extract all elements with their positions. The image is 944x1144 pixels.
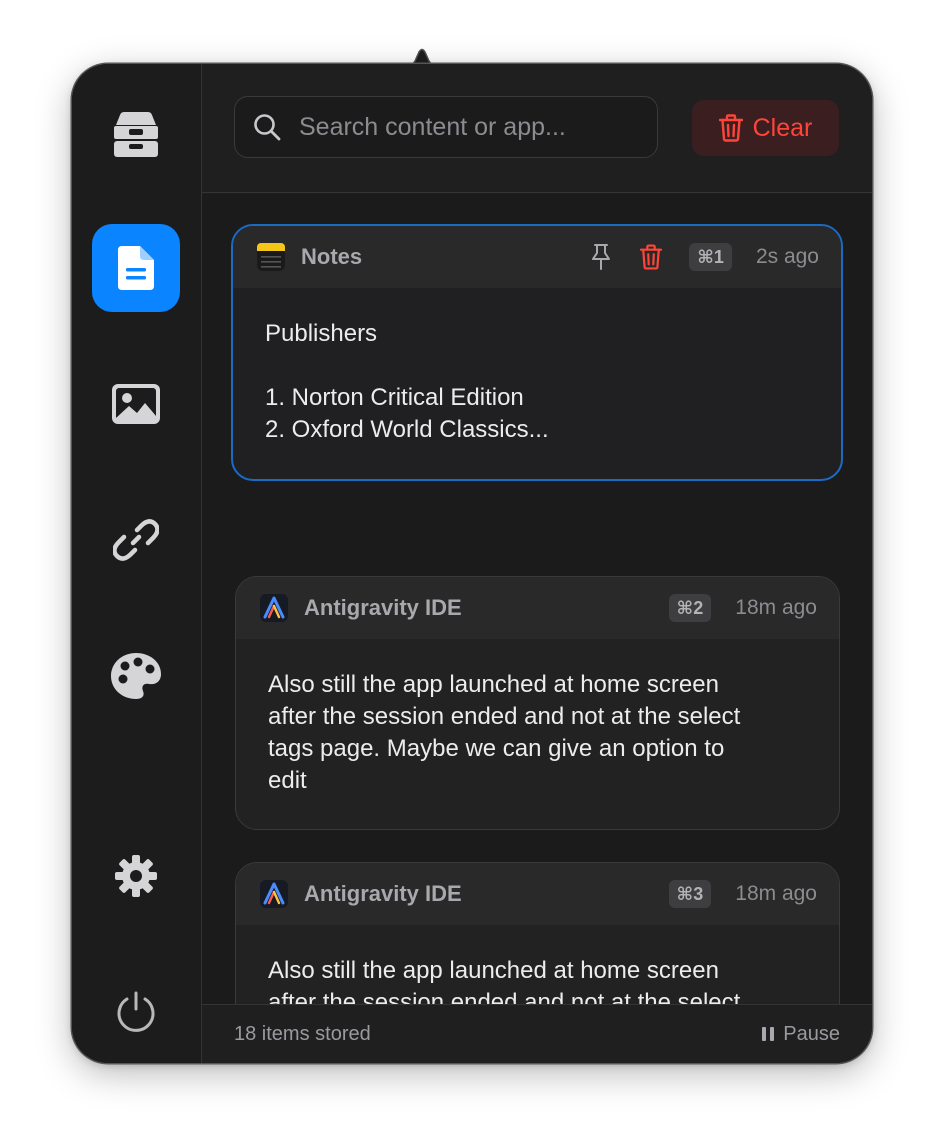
clip-item-actions: ⌘3 18m ago [663,863,817,925]
toolbar: Clear [202,64,872,193]
clip-content: Publishers 1. Norton Critical Edition 2.… [265,320,549,443]
clip-item-3[interactable]: Antigravity IDE ⌘3 18m ago Also still th… [235,862,840,1004]
sidebar-item-images[interactable] [92,360,180,448]
delete-item-button[interactable] [633,239,669,275]
search-input[interactable] [297,111,643,143]
power-icon [117,991,155,1032]
clip-app-name: Antigravity IDE [304,595,462,620]
link-icon [113,519,159,561]
pin-icon [592,244,611,270]
clip-timestamp: 2s ago [755,245,819,268]
shortcut-badge: ⌘2 [668,594,712,622]
pause-button-label: Pause [783,1022,840,1045]
trash-icon [718,114,743,142]
sidebar-item-colors[interactable] [92,632,180,720]
pause-icon [762,1027,775,1041]
document-icon [118,246,154,290]
clip-item-header: Antigravity IDE ⌘3 18m ago [236,863,839,925]
clear-button-label: Clear [752,113,813,142]
clip-app-name: Antigravity IDE [304,881,462,906]
sidebar [72,64,202,1063]
sidebar-item-all[interactable] [92,90,180,178]
clip-app-name: Notes [301,244,363,269]
clear-button[interactable]: Clear [692,100,839,156]
shortcut-badge: ⌘1 [689,243,732,271]
notes-app-icon [257,243,285,271]
palette-icon [111,653,161,699]
antigravity-app-icon [260,594,288,622]
pin-button[interactable] [583,239,619,275]
pause-button[interactable]: Pause [761,1005,840,1063]
main-panel: Clear Notes [202,64,872,1063]
shortcut-badge: ⌘3 [668,880,712,908]
clip-item-actions: ⌘1 2s ago [583,226,819,288]
stage: Clear Notes [0,0,944,1144]
clip-content: Also still the app launched at home scre… [268,671,741,794]
clip-item-actions: ⌘2 18m ago [663,577,817,639]
clip-item-2[interactable]: Antigravity IDE ⌘2 18m ago Also still th… [235,576,840,830]
clip-item-1[interactable]: Notes ⌘1 2s ago Publishers 1. Norton Cri… [231,224,843,481]
items-count: 18 items stored [234,1023,371,1045]
trash-icon [640,244,663,270]
clip-timestamp: 18m ago [735,596,817,619]
clipboard-window: Clear Notes [72,64,872,1063]
clip-content: Also still the app launched at home scre… [268,957,741,1004]
antigravity-app-icon [260,880,288,908]
clip-item-header: Antigravity IDE ⌘2 18m ago [236,577,839,639]
search-icon [253,113,281,141]
sidebar-item-text[interactable] [92,224,180,312]
archive-box-icon [114,112,158,157]
search-box[interactable] [234,96,658,158]
settings-button[interactable] [92,832,180,920]
quit-button[interactable] [92,968,180,1056]
clip-item-header: Notes ⌘1 2s ago [233,226,841,288]
clip-timestamp: 18m ago [735,882,817,905]
status-bar: 18 items stored Pause [202,1004,872,1063]
image-icon [112,384,160,424]
sidebar-item-links[interactable] [92,496,180,584]
gear-icon [115,855,157,897]
clip-list: Notes ⌘1 2s ago Publishers 1. Norton Cri… [202,194,872,1004]
